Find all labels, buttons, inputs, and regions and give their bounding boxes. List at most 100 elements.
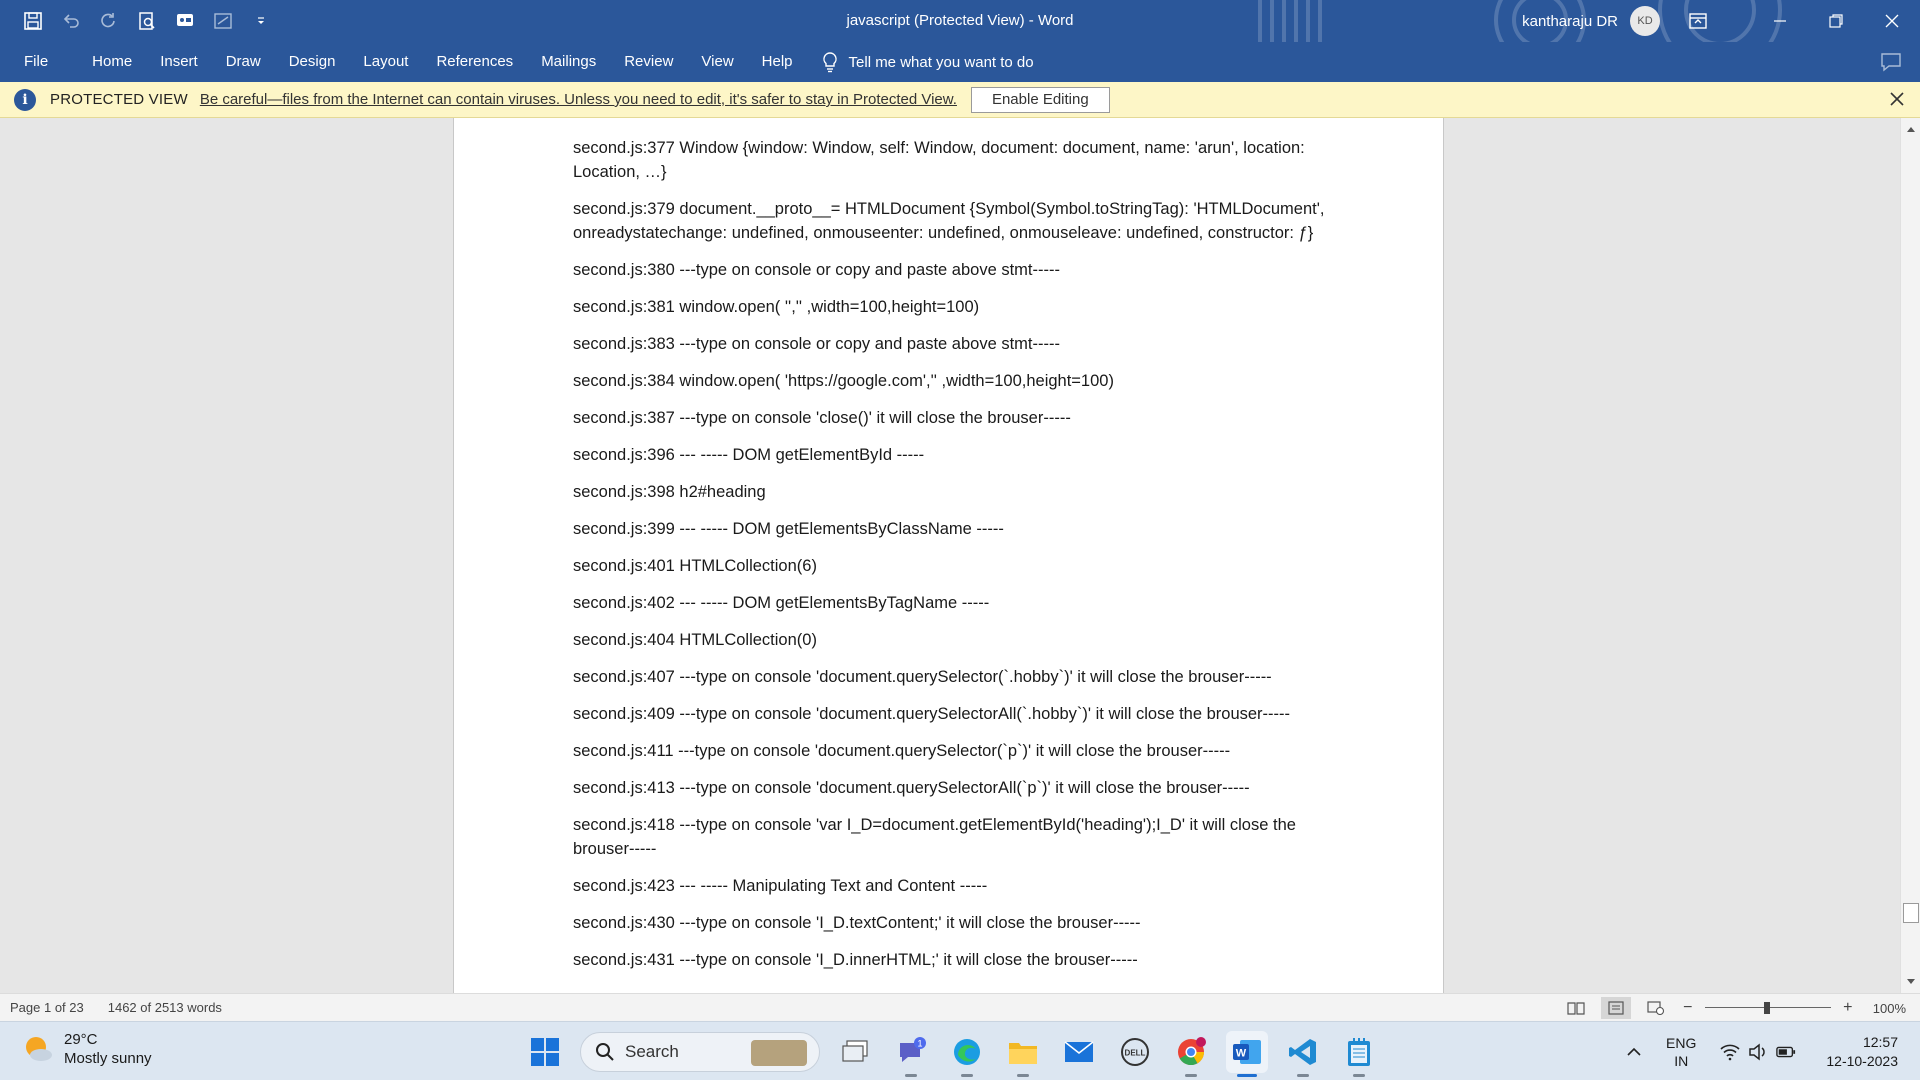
tell-me-label: Tell me what you want to do bbox=[848, 53, 1034, 71]
search-icon bbox=[596, 1042, 614, 1061]
system-clock[interactable]: 12:57 12-10-2023 bbox=[1826, 1033, 1898, 1071]
scroll-up-icon[interactable] bbox=[1902, 120, 1920, 138]
zoom-in-button[interactable]: + bbox=[1841, 999, 1855, 1017]
edge-icon[interactable] bbox=[946, 1031, 988, 1077]
mail-icon[interactable] bbox=[1058, 1031, 1100, 1073]
chevron-up-icon[interactable] bbox=[1624, 1042, 1644, 1062]
volume-icon bbox=[1749, 1042, 1766, 1061]
document-paragraph: second.js:399 --- ----- DOM getElementsB… bbox=[573, 520, 1004, 538]
zoom-out-button[interactable]: − bbox=[1681, 999, 1695, 1017]
document-content: second.js:377 Window {window: Window, se… bbox=[573, 136, 1333, 985]
close-icon[interactable] bbox=[1888, 90, 1906, 108]
document-paragraph: second.js:407 ---type on console 'docume… bbox=[573, 668, 1272, 686]
chrome-icon[interactable] bbox=[1170, 1031, 1212, 1077]
region-code: IN bbox=[1674, 1052, 1689, 1069]
quick-access-toolbar bbox=[18, 0, 276, 42]
document-paragraph: second.js:402 --- ----- DOM getElementsB… bbox=[573, 594, 990, 612]
status-bar: Page 1 of 23 1462 of 2513 words − + 100% bbox=[0, 993, 1920, 1021]
file-explorer-icon[interactable] bbox=[1002, 1031, 1044, 1077]
tab-help[interactable]: Help bbox=[748, 42, 807, 82]
quick-settings[interactable] bbox=[1720, 1042, 1796, 1061]
document-paragraph: second.js:384 window.open( 'https://goog… bbox=[573, 372, 1114, 390]
document-paragraph: second.js:423 --- ----- Manipulating Tex… bbox=[573, 877, 988, 895]
zoom-slider-thumb[interactable] bbox=[1763, 1002, 1770, 1014]
restore-icon[interactable] bbox=[1808, 0, 1864, 42]
tab-review[interactable]: Review bbox=[610, 42, 687, 82]
vscode-icon[interactable] bbox=[1282, 1031, 1324, 1077]
document-paragraph: second.js:404 HTMLCollection(0) bbox=[573, 631, 817, 649]
scroll-down-icon[interactable] bbox=[1902, 973, 1920, 991]
taskbar: 29°C Mostly sunny Search 1 DELL W ENG IN… bbox=[0, 1021, 1920, 1080]
document-paragraph: second.js:398 h2#heading bbox=[573, 483, 766, 501]
info-icon: i bbox=[14, 88, 36, 111]
start-icon[interactable] bbox=[524, 1031, 566, 1073]
avatar[interactable]: KD bbox=[1630, 6, 1660, 36]
language-indicator[interactable]: ENG IN bbox=[1666, 1034, 1696, 1070]
vertical-scrollbar[interactable] bbox=[1900, 118, 1920, 993]
language-code: ENG bbox=[1666, 1034, 1697, 1051]
scrollbar-thumb[interactable] bbox=[1903, 903, 1919, 923]
comments-icon[interactable] bbox=[1880, 52, 1902, 72]
sun-cloud-icon bbox=[26, 1037, 52, 1061]
zoom-slider[interactable] bbox=[1704, 1001, 1831, 1015]
battery-icon bbox=[1776, 1046, 1796, 1057]
taskbar-apps: Search 1 DELL W bbox=[524, 1022, 1380, 1080]
tab-layout[interactable]: Layout bbox=[349, 42, 422, 82]
save-icon[interactable] bbox=[18, 6, 48, 36]
web-layout-icon[interactable] bbox=[1641, 997, 1671, 1019]
document-paragraph: second.js:431 ---type on console 'I_D.in… bbox=[573, 951, 1138, 969]
document-paragraph: second.js:401 HTMLCollection(6) bbox=[573, 557, 817, 575]
notepad-icon[interactable] bbox=[1338, 1031, 1380, 1077]
ribbon-tabs-bar: File Home Insert Draw Design Layout Refe… bbox=[0, 42, 1920, 82]
tab-draw[interactable]: Draw bbox=[212, 42, 275, 82]
user-name: kantharaju DR bbox=[1522, 12, 1618, 30]
document-paragraph: second.js:377 Window {window: Window, se… bbox=[573, 139, 1305, 181]
word-count[interactable]: 1462 of 2513 words bbox=[108, 1000, 222, 1015]
system-tray: ENG IN 12:57 12-10-2023 bbox=[1624, 1022, 1920, 1080]
touch-mode-icon[interactable] bbox=[170, 6, 200, 36]
tab-mailings[interactable]: Mailings bbox=[527, 42, 610, 82]
print-layout-icon[interactable] bbox=[1600, 997, 1631, 1019]
window-controls bbox=[1752, 0, 1920, 42]
title-bar: javascript (Protected View) - Word kanth… bbox=[0, 0, 1920, 42]
taskbar-search[interactable]: Search bbox=[580, 1031, 820, 1072]
search-placeholder: Search bbox=[625, 1041, 679, 1061]
document-paragraph: second.js:430 ---type on console 'I_D.te… bbox=[573, 914, 1141, 932]
document-page[interactable]: second.js:377 Window {window: Window, se… bbox=[453, 118, 1444, 993]
protected-view-bar: i PROTECTED VIEW Be careful—files from t… bbox=[0, 82, 1920, 118]
document-paragraph: second.js:383 ---type on console or copy… bbox=[573, 335, 1060, 353]
tab-file[interactable]: File bbox=[10, 42, 64, 82]
protected-view-message-link[interactable]: Be careful—files from the Internet can c… bbox=[200, 91, 957, 108]
svg-text:W: W bbox=[1236, 1047, 1247, 1059]
document-paragraph: second.js:413 ---type on console 'docume… bbox=[573, 779, 1250, 797]
form-icon[interactable] bbox=[208, 6, 238, 36]
task-view-icon[interactable] bbox=[834, 1031, 876, 1073]
document-paragraph: second.js:379 document.__proto__= HTMLDo… bbox=[573, 200, 1325, 242]
teams-chat-icon[interactable]: 1 bbox=[890, 1031, 932, 1077]
weather-widget[interactable]: 29°C Mostly sunny bbox=[22, 1030, 152, 1068]
enable-editing-button[interactable]: Enable Editing bbox=[970, 86, 1110, 113]
customize-qat-icon[interactable] bbox=[246, 6, 276, 36]
tab-view[interactable]: View bbox=[687, 42, 747, 82]
ribbon-display-options-icon[interactable] bbox=[1672, 0, 1724, 42]
user-account[interactable]: kantharaju DR KD bbox=[1522, 0, 1660, 42]
dell-icon[interactable]: DELL bbox=[1114, 1031, 1156, 1073]
lightbulb-icon bbox=[822, 52, 837, 73]
search-highlight-image bbox=[751, 1039, 807, 1066]
word-icon[interactable]: W bbox=[1226, 1030, 1268, 1077]
zoom-level[interactable]: 100% bbox=[1873, 1001, 1906, 1016]
tab-design[interactable]: Design bbox=[275, 42, 350, 82]
view-and-zoom-controls: − + 100% bbox=[1561, 994, 1906, 1022]
document-paragraph: second.js:380 ---type on console or copy… bbox=[573, 261, 1060, 279]
tab-insert[interactable]: Insert bbox=[146, 42, 212, 82]
page-count[interactable]: Page 1 of 23 bbox=[10, 1000, 84, 1015]
read-mode-icon[interactable] bbox=[1561, 997, 1591, 1019]
close-icon[interactable] bbox=[1864, 0, 1920, 42]
print-preview-icon[interactable] bbox=[132, 6, 162, 36]
tab-home[interactable]: Home bbox=[78, 42, 146, 82]
minimize-icon[interactable] bbox=[1752, 0, 1808, 42]
redo-icon[interactable] bbox=[94, 6, 124, 36]
tell-me-box[interactable]: Tell me what you want to do bbox=[821, 51, 1034, 73]
tab-references[interactable]: References bbox=[422, 42, 527, 82]
undo-icon[interactable] bbox=[56, 6, 86, 36]
